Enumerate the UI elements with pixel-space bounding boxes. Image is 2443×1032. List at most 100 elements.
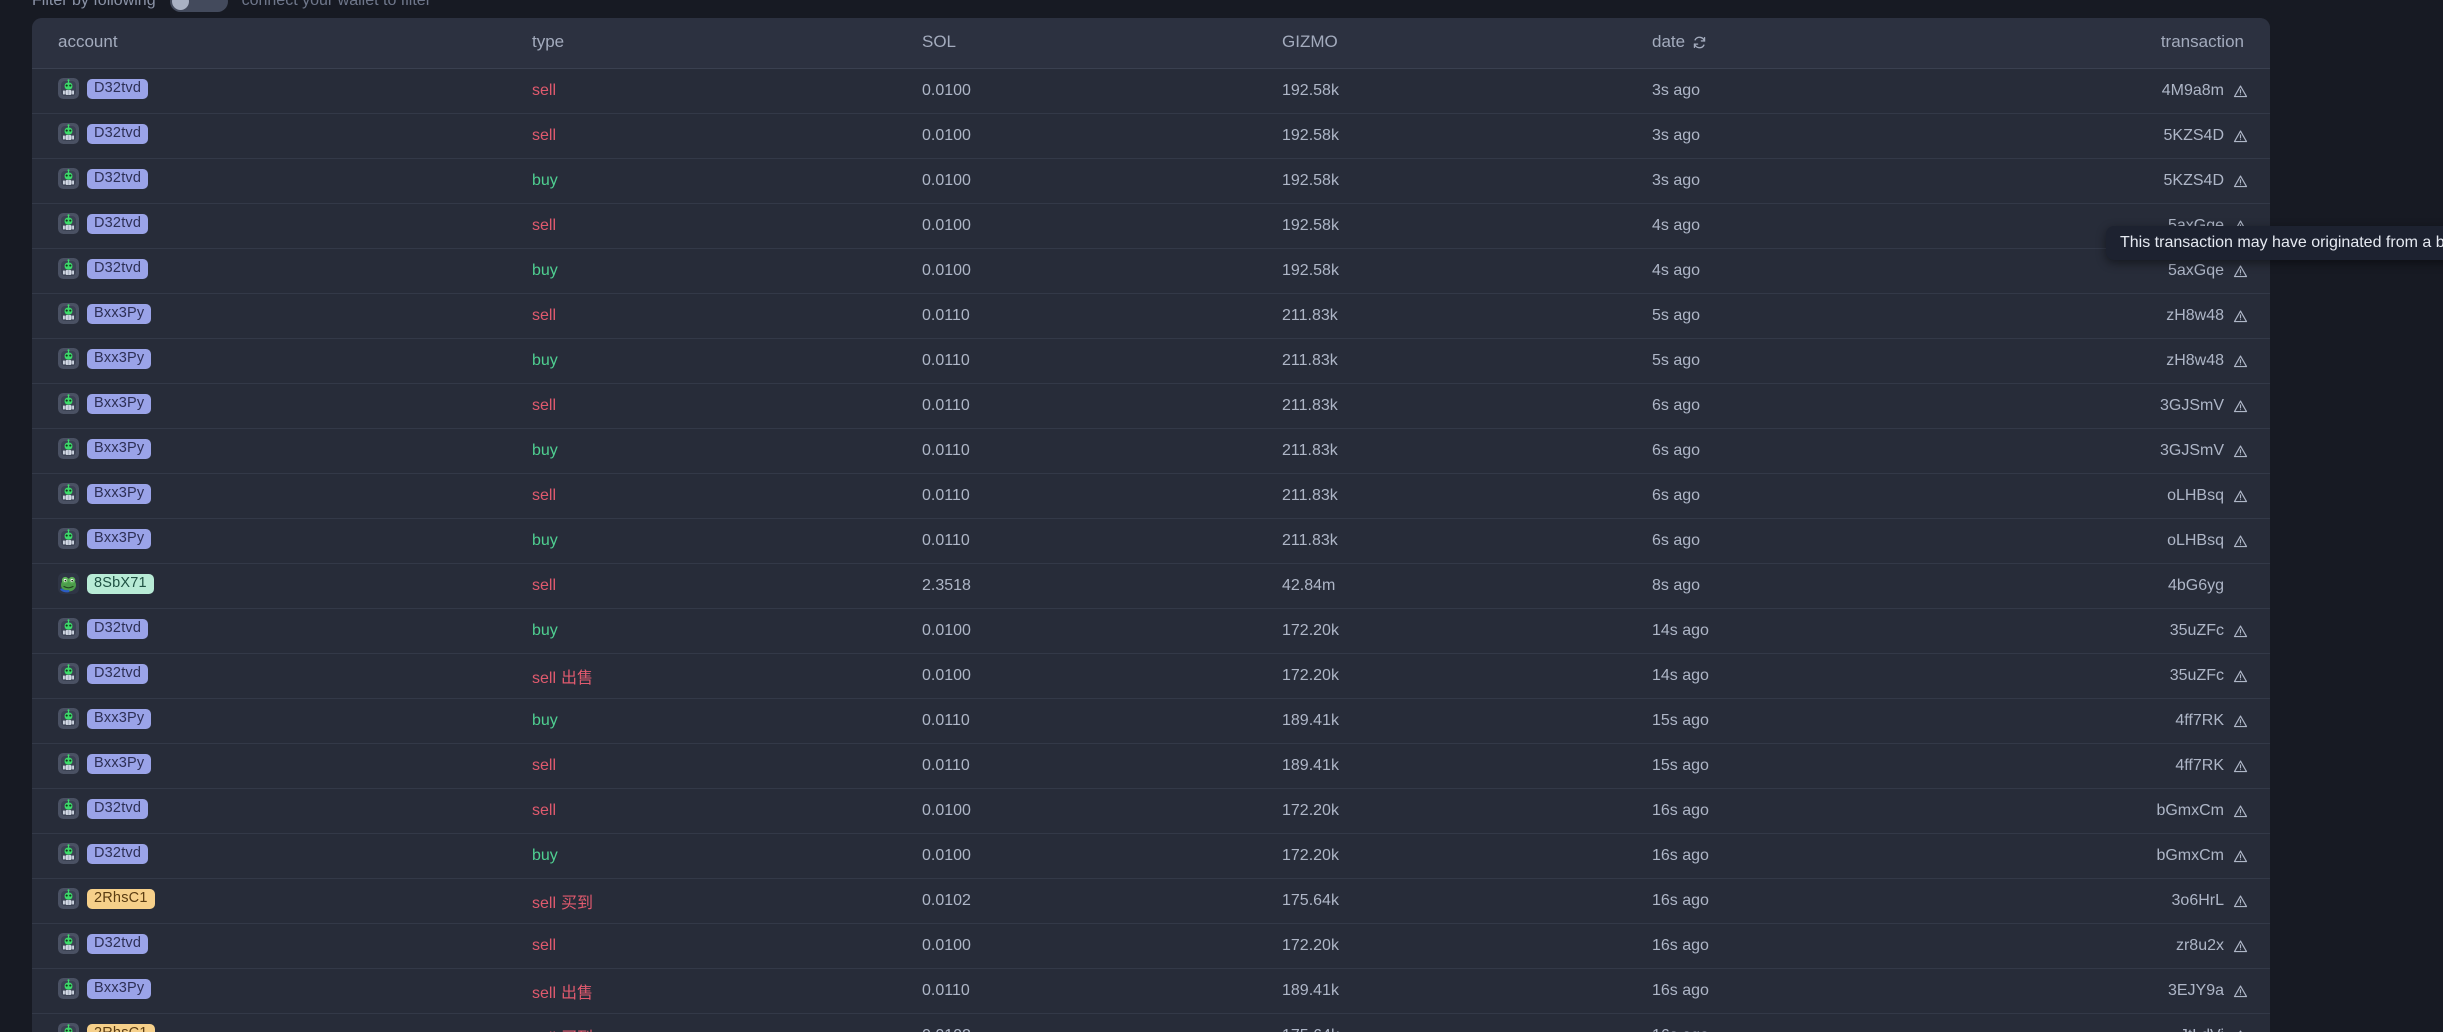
column-header-sol[interactable]: SOL bbox=[922, 18, 1282, 69]
table-row[interactable]: D32tvd sell 0.0100 192.58k 3s ago 4M9a8m bbox=[32, 69, 2270, 114]
bot-warning-icon[interactable] bbox=[2233, 849, 2248, 864]
cell-transaction: JtLdVi bbox=[1982, 1014, 2270, 1032]
transaction-id-link[interactable]: oLHBsq bbox=[2167, 487, 2224, 505]
account-badge[interactable]: D32tvd bbox=[87, 78, 149, 99]
table-row[interactable]: D32tvd buy 0.0100 172.20k 16s ago bGmxCm bbox=[32, 834, 2270, 879]
refresh-icon[interactable] bbox=[1692, 35, 1707, 50]
table-row[interactable]: Bxx3Py sell 0.0110 189.41k 15s ago 4ff7RK bbox=[32, 744, 2270, 789]
bot-warning-icon[interactable] bbox=[2233, 309, 2248, 324]
account-badge[interactable]: 2RhsC1 bbox=[87, 888, 155, 909]
transaction-id-link[interactable]: 4M9a8m bbox=[2162, 82, 2224, 100]
table-row[interactable]: D32tvd sell 0.0100 172.20k 16s ago zr8u2x bbox=[32, 924, 2270, 969]
table-row[interactable]: 8SbX71 sell 2.3518 42.84m 8s ago 4bG6yg bbox=[32, 564, 2270, 609]
column-header-account[interactable]: account bbox=[32, 18, 532, 69]
account-badge[interactable]: D32tvd bbox=[87, 168, 149, 189]
account-badge[interactable]: Bxx3Py bbox=[87, 483, 152, 504]
account-badge[interactable]: D32tvd bbox=[87, 843, 149, 864]
table-row[interactable]: D32tvd sell 0.0100 172.20k 16s ago bGmxCm bbox=[32, 789, 2270, 834]
bot-warning-icon[interactable] bbox=[2233, 669, 2248, 684]
account-badge[interactable]: Bxx3Py bbox=[87, 438, 152, 459]
transaction-id-link[interactable]: oLHBsq bbox=[2167, 532, 2224, 550]
transaction-id-link[interactable]: zr8u2x bbox=[2176, 937, 2224, 955]
transaction-id-link[interactable]: 5axGqe bbox=[2168, 262, 2224, 280]
bot-warning-icon[interactable] bbox=[2233, 534, 2248, 549]
table-row[interactable]: D32tvdsell0.0100192.58k4s ago5axGqe bbox=[32, 204, 2270, 249]
account-badge[interactable]: Bxx3Py bbox=[87, 753, 152, 774]
bot-warning-icon[interactable] bbox=[2233, 1029, 2248, 1032]
table-row[interactable]: Bxx3Py sell 0.0110 211.83k 6s ago oLHBsq bbox=[32, 474, 2270, 519]
table-row[interactable]: D32tvd sell 0.0100 192.58k 3s ago 5KZS4D bbox=[32, 114, 2270, 159]
bot-warning-icon[interactable] bbox=[2233, 354, 2248, 369]
bot-warning-icon[interactable] bbox=[2233, 624, 2248, 639]
table-row[interactable]: Bxx3Py buy 0.0110 189.41k 15s ago 4ff7RK bbox=[32, 699, 2270, 744]
bot-warning-icon[interactable] bbox=[2233, 489, 2248, 504]
account-badge[interactable]: D32tvd bbox=[87, 798, 149, 819]
account-badge[interactable]: D32tvd bbox=[87, 618, 149, 639]
avatar-icon bbox=[58, 258, 79, 279]
transaction-id-link[interactable]: 35uZFc bbox=[2170, 667, 2224, 685]
account-badge[interactable]: D32tvd bbox=[87, 933, 149, 954]
table-row[interactable]: Bxx3Py buy 0.0110 211.83k 6s ago oLHBsq bbox=[32, 519, 2270, 564]
table-row[interactable]: Bxx3Py buy 0.0110 211.83k 5s ago zH8w48 bbox=[32, 339, 2270, 384]
account-badge[interactable]: Bxx3Py bbox=[87, 393, 152, 414]
account-badge[interactable]: 8SbX71 bbox=[87, 573, 154, 594]
bot-warning-icon[interactable] bbox=[2233, 759, 2248, 774]
account-badge[interactable]: D32tvd bbox=[87, 258, 149, 279]
table-row[interactable]: Bxx3Py sell 出售 0.0110 189.41k 16s ago 3EJY9a bbox=[32, 969, 2270, 1014]
table-row[interactable]: Bxx3Py sell 0.0110 211.83k 6s ago 3GJSmV bbox=[32, 384, 2270, 429]
column-header-gizmo[interactable]: GIZMO bbox=[1282, 18, 1652, 69]
transaction-id-link[interactable]: 4ff7RK bbox=[2175, 757, 2224, 775]
table-row[interactable]: 2RhsC1 sell 买到 0.0102 175.64k 16s ago 3o6HrL bbox=[32, 879, 2270, 924]
avatar-icon bbox=[58, 348, 79, 369]
type-label: buy bbox=[532, 442, 558, 459]
table-row[interactable]: D32tvd buy 0.0100 192.58k 3s ago 5KZS4D bbox=[32, 159, 2270, 204]
table-row[interactable]: D32tvd sell 出售 0.0100 172.20k 14s ago 35uZFc bbox=[32, 654, 2270, 699]
table-row[interactable]: Bxx3Py buy 0.0110 211.83k 6s ago 3GJSmV bbox=[32, 429, 2270, 474]
table-row[interactable]: 2RhsC1 sell买到0.0102175.64k16s ago JtLdVi bbox=[32, 1014, 2270, 1032]
cell-gizmo: 192.58k bbox=[1282, 262, 1339, 279]
cell-type: sell 出售 bbox=[532, 654, 922, 699]
transaction-id-link[interactable]: 4bG6yg bbox=[2168, 577, 2224, 595]
transaction-id-link[interactable]: 3EJY9a bbox=[2168, 982, 2224, 1000]
transaction-id-link[interactable]: 5KZS4D bbox=[2164, 127, 2224, 145]
transaction-id-link[interactable]: 3GJSmV bbox=[2160, 442, 2224, 460]
bot-warning-icon[interactable] bbox=[2233, 984, 2248, 999]
table-row[interactable]: D32tvd buy 0.0100 192.58k 4s ago 5axGqe bbox=[32, 249, 2270, 294]
account-badge[interactable]: Bxx3Py bbox=[87, 978, 152, 999]
follow-filter-toggle[interactable] bbox=[169, 0, 228, 12]
transaction-id-link[interactable]: bGmxCm bbox=[2156, 847, 2224, 865]
column-header-date[interactable]: date bbox=[1652, 18, 1982, 69]
cell-gizmo: 189.41k bbox=[1282, 982, 1339, 999]
bot-warning-icon[interactable] bbox=[2233, 939, 2248, 954]
bot-warning-icon[interactable] bbox=[2233, 129, 2248, 144]
account-badge[interactable]: Bxx3Py bbox=[87, 303, 152, 324]
column-header-transaction[interactable]: transaction bbox=[1982, 18, 2270, 69]
transaction-id-link[interactable]: zH8w48 bbox=[2166, 352, 2224, 370]
account-badge[interactable]: Bxx3Py bbox=[87, 528, 152, 549]
bot-warning-icon[interactable] bbox=[2233, 714, 2248, 729]
bot-warning-icon[interactable] bbox=[2233, 894, 2248, 909]
transaction-id-link[interactable]: 5KZS4D bbox=[2164, 172, 2224, 190]
bot-warning-icon[interactable] bbox=[2233, 84, 2248, 99]
transaction-id-link[interactable]: zH8w48 bbox=[2166, 307, 2224, 325]
table-row[interactable]: D32tvd buy 0.0100 172.20k 14s ago 35uZFc bbox=[32, 609, 2270, 654]
account-badge[interactable]: Bxx3Py bbox=[87, 348, 152, 369]
transaction-id-link[interactable]: JtLdVi bbox=[2180, 1027, 2224, 1032]
transaction-id-link[interactable]: 35uZFc bbox=[2170, 622, 2224, 640]
account-badge[interactable]: 2RhsC1 bbox=[87, 1023, 155, 1032]
transaction-id-link[interactable]: 3o6HrL bbox=[2172, 892, 2224, 910]
transaction-id-link[interactable]: 3GJSmV bbox=[2160, 397, 2224, 415]
bot-warning-icon[interactable] bbox=[2233, 264, 2248, 279]
column-header-type[interactable]: type bbox=[532, 18, 922, 69]
transaction-id-link[interactable]: bGmxCm bbox=[2156, 802, 2224, 820]
bot-warning-icon[interactable] bbox=[2233, 804, 2248, 819]
bot-warning-icon[interactable] bbox=[2233, 174, 2248, 189]
bot-warning-icon[interactable] bbox=[2233, 444, 2248, 459]
table-row[interactable]: Bxx3Py sell 0.0110 211.83k 5s ago zH8w48 bbox=[32, 294, 2270, 339]
transaction-id-link[interactable]: 4ff7RK bbox=[2175, 712, 2224, 730]
bot-warning-icon[interactable] bbox=[2233, 399, 2248, 414]
account-badge[interactable]: D32tvd bbox=[87, 123, 149, 144]
account-badge[interactable]: D32tvd bbox=[87, 663, 149, 684]
account-badge[interactable]: Bxx3Py bbox=[87, 708, 152, 729]
account-badge[interactable]: D32tvd bbox=[87, 213, 149, 234]
